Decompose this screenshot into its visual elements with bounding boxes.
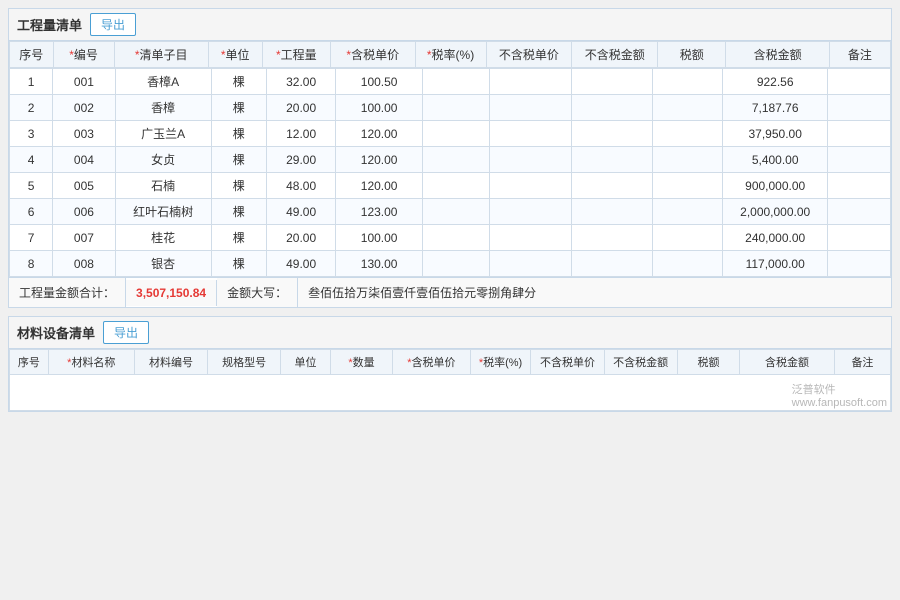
s2-th-taxamt: 税额 [677, 350, 739, 375]
th-code-label: 编号 [74, 48, 98, 62]
th-tax-price-label: 含税单价 [351, 48, 399, 62]
s2-th-notaxprice: 不含税单价 [531, 350, 604, 375]
th-tax-amt: 税额 [658, 42, 726, 68]
th-qty-label: 工程量 [281, 48, 317, 62]
engineering-quantity-section: 工程量清单 导出 序号 *编号 *清单子目 *单位 *工程量 *含税单价 *税率… [8, 8, 892, 308]
th-notax-amt: 不含税金额 [572, 42, 658, 68]
page-container: 工程量清单 导出 序号 *编号 *清单子目 *单位 *工程量 *含税单价 *税率… [0, 0, 900, 600]
section2-tbody [10, 375, 891, 411]
th-remark-label: 备注 [848, 48, 872, 62]
s2-th-taxrate: *税率(%) [470, 350, 531, 375]
th-unit-label: 单位 [226, 48, 250, 62]
th-notax-price: 不含税单价 [486, 42, 572, 68]
th-tax-price: *含税单价 [330, 42, 415, 68]
section1-title: 工程量清单 [17, 15, 82, 34]
section1-table: 序号 *编号 *清单子目 *单位 *工程量 *含税单价 *税率(%) 不含税单价… [9, 41, 891, 68]
section1-tbody-table: 1001香樟A棵32.00100.50922.562002香樟棵20.00100… [9, 68, 891, 277]
table-row: 3003广玉兰A棵12.00120.0037,950.00 [10, 121, 891, 147]
table-row [10, 375, 891, 411]
s2-th-seq: 序号 [10, 350, 49, 375]
watermark: 泛普软件 www.fanpusoft.com [792, 381, 887, 409]
footer-big-value: 叁佰伍拾万柒佰壹仟壹佰伍拾元零捌角肆分 [298, 278, 891, 307]
th-seq: 序号 [10, 42, 54, 68]
section1-footer: 工程量金额合计： 3,507,150.84 金额大写： 叁佰伍拾万柒佰壹仟壹佰伍… [9, 277, 891, 307]
section2-header: 材料设备清单 导出 [9, 317, 891, 349]
brand-name: 泛普软件 [792, 384, 836, 396]
th-tax-rate-label: 税率(%) [432, 48, 475, 62]
s2-th-unit: 单位 [281, 350, 331, 375]
section1-header: 工程量清单 导出 [9, 9, 891, 41]
section2-table: 序号 *材料名称 材料编号 规格型号 单位 *数量 *含税单价 *税率(%) 不… [9, 349, 891, 411]
website: www.fanpusoft.com [792, 397, 887, 409]
section1-table-wrap: 序号 *编号 *清单子目 *单位 *工程量 *含税单价 *税率(%) 不含税单价… [9, 41, 891, 277]
s2-th-notaxamt: 不含税金额 [604, 350, 677, 375]
footer-sum-label: 工程量金额合计： [9, 278, 126, 307]
table-row: 5005石楠棵48.00120.00900,000.00 [10, 173, 891, 199]
th-tax-rate: *税率(%) [415, 42, 486, 68]
th-notax-price-label: 不含税单价 [499, 48, 559, 62]
section2-title: 材料设备清单 [17, 323, 95, 342]
s2-th-spec: 规格型号 [208, 350, 281, 375]
material-equipment-section: 材料设备清单 导出 序号 *材料名称 材料编号 规格型号 单位 *数量 *含税单… [8, 316, 892, 412]
table-row: 1001香樟A棵32.00100.50922.56 [10, 69, 891, 95]
th-qty: *工程量 [262, 42, 330, 68]
table-row: 7007桂花棵20.00100.00240,000.00 [10, 225, 891, 251]
section2-export-button[interactable]: 导出 [103, 321, 149, 344]
s2-th-qty: *数量 [330, 350, 392, 375]
table-row: 8008银杏棵49.00130.00117,000.00 [10, 251, 891, 277]
th-code: *编号 [53, 42, 114, 68]
table-row: 6006红叶石楠树棵49.00123.002,000,000.00 [10, 199, 891, 225]
s2-th-taxprice: *含税单价 [393, 350, 471, 375]
s2-th-code: 材料编号 [134, 350, 207, 375]
th-total: 含税金额 [726, 42, 829, 68]
th-unit: *单位 [208, 42, 262, 68]
section2-header-row: 序号 *材料名称 材料编号 规格型号 单位 *数量 *含税单价 *税率(%) 不… [10, 350, 891, 375]
section1-header-row: 序号 *编号 *清单子目 *单位 *工程量 *含税单价 *税率(%) 不含税单价… [10, 42, 891, 68]
th-notax-amt-label: 不含税金额 [585, 48, 645, 62]
s2-th-name: *材料名称 [48, 350, 134, 375]
th-seq-label: 序号 [19, 48, 43, 62]
table-row: 2002香樟棵20.00100.007,187.76 [10, 95, 891, 121]
s2-th-remark: 备注 [834, 350, 890, 375]
s2-th-total: 含税金额 [740, 350, 835, 375]
section1-export-button[interactable]: 导出 [90, 13, 136, 36]
th-tax-amt-label: 税额 [680, 48, 704, 62]
th-name: *清单子目 [114, 42, 208, 68]
table-row: 4004女贞棵29.00120.005,400.00 [10, 147, 891, 173]
footer-big-label: 金额大写： [217, 278, 298, 307]
th-name-label: 清单子目 [139, 48, 187, 62]
footer-sum-value: 3,507,150.84 [126, 280, 217, 306]
section1-tbody: 1001香樟A棵32.00100.50922.562002香樟棵20.00100… [10, 69, 891, 277]
section1-tbody-wrap[interactable]: 1001香樟A棵32.00100.50922.562002香樟棵20.00100… [9, 68, 891, 277]
th-remark: 备注 [829, 42, 890, 68]
th-total-label: 含税金额 [754, 48, 802, 62]
section2-table-wrap: 序号 *材料名称 材料编号 规格型号 单位 *数量 *含税单价 *税率(%) 不… [9, 349, 891, 411]
